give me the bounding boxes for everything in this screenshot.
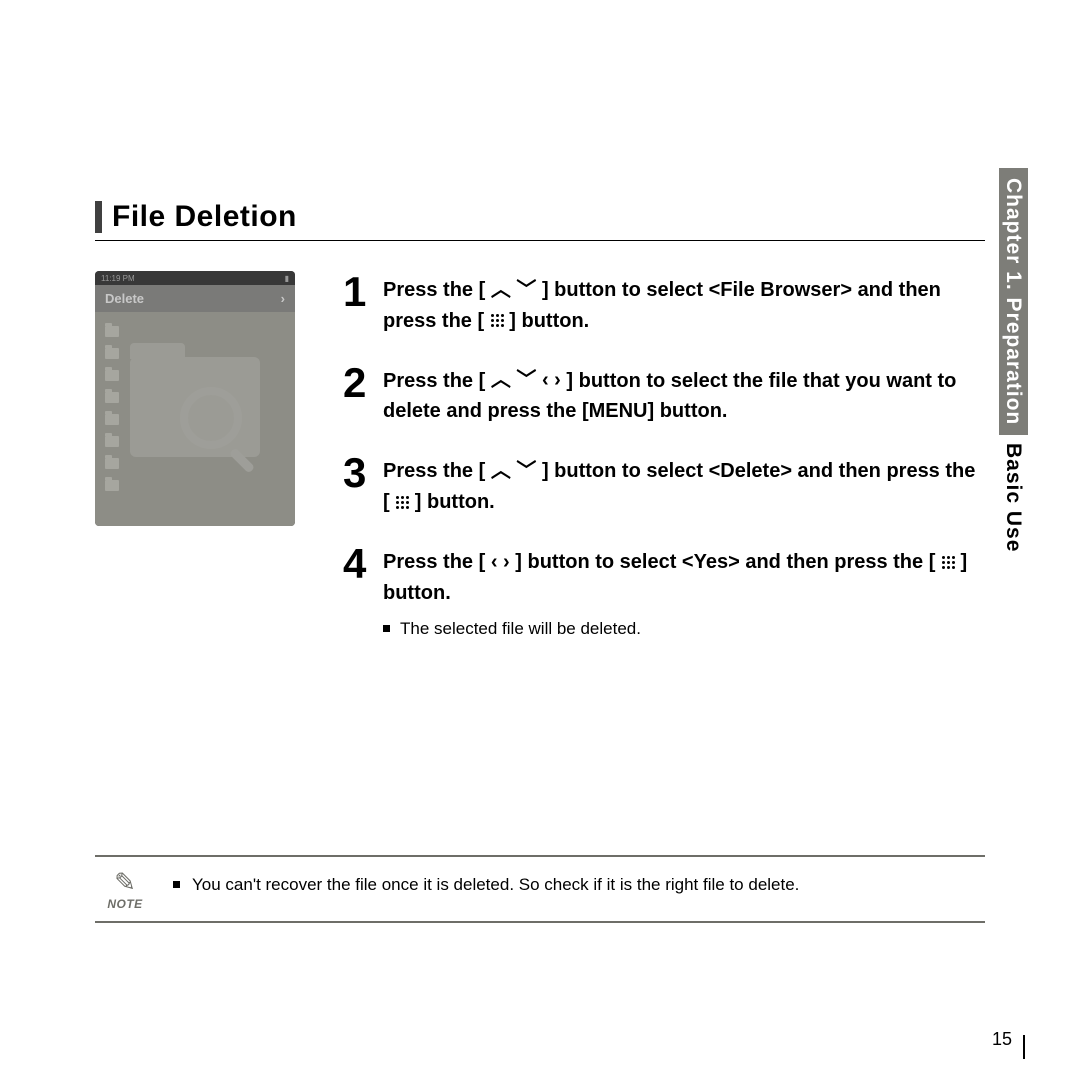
page-number: 15 — [992, 1029, 1012, 1050]
device-status-time: 11:19 PM — [101, 274, 135, 283]
step-text: Press the [ ︿ ﹀ ] button to select <Dele… — [383, 452, 985, 517]
step-number: 2 — [343, 362, 383, 427]
folder-icon — [105, 436, 119, 447]
side-chapter: Chapter 1. Preparation — [999, 168, 1028, 435]
folder-icon — [105, 392, 119, 403]
step: 3Press the [ ︿ ﹀ ] button to select <Del… — [343, 452, 985, 517]
device-folder-list — [105, 320, 285, 496]
select-button-icon — [395, 495, 409, 509]
folder-icon — [105, 414, 119, 425]
up-down-icon: ︿ ﹀ — [491, 275, 537, 305]
step: 4Press the [ ‹ › ] button to select <Yes… — [343, 543, 985, 641]
step-number: 3 — [343, 452, 383, 517]
folder-icon — [105, 370, 119, 381]
title-accent-bar — [95, 201, 102, 233]
folder-icon — [105, 348, 119, 359]
pencil-icon: ✎ — [95, 869, 155, 895]
note-text: You can't recover the file once it is de… — [155, 869, 985, 895]
step: 2Press the [ ︿ ﹀ ‹ › ] button to select … — [343, 362, 985, 427]
up-down-icon: ︿ ﹀ — [491, 456, 537, 486]
step-number: 4 — [343, 543, 383, 641]
device-battery-icon: ▮ — [285, 274, 289, 283]
side-tab: Chapter 1. PreparationBasic Use — [1001, 168, 1025, 563]
left-right-icon: ‹ › — [491, 547, 510, 577]
note-box: ✎ NOTE You can't recover the file once i… — [95, 855, 985, 923]
page-title: File Deletion — [112, 200, 297, 234]
device-header-label: Delete — [105, 291, 144, 306]
step-text: Press the [ ︿ ﹀ ‹ › ] button to select t… — [383, 362, 985, 427]
step-text: Press the [ ‹ › ] button to select <Yes>… — [383, 543, 985, 641]
bullet-icon — [383, 625, 390, 632]
device-header-arrow: › — [281, 291, 285, 306]
side-section: Basic Use — [999, 435, 1028, 562]
folder-icon — [105, 326, 119, 337]
bullet-icon — [173, 881, 180, 888]
select-button-icon — [941, 555, 955, 569]
step-number: 1 — [343, 271, 383, 336]
select-button-icon — [490, 313, 504, 327]
folder-icon — [105, 458, 119, 469]
note-label: NOTE — [95, 897, 155, 911]
device-illustration: 11:19 PM ▮ Delete › — [95, 271, 315, 667]
steps-list: 1Press the [ ︿ ﹀ ] button to select <Fil… — [315, 271, 985, 667]
page-title-row: File Deletion — [95, 200, 985, 241]
up-down-left-right-icon: ︿ ﹀ ‹ › — [491, 365, 561, 395]
folder-icon — [105, 480, 119, 491]
step-bullet: The selected file will be deleted. — [383, 616, 985, 642]
step-text: Press the [ ︿ ﹀ ] button to select <File… — [383, 271, 985, 336]
step: 1Press the [ ︿ ﹀ ] button to select <Fil… — [343, 271, 985, 336]
